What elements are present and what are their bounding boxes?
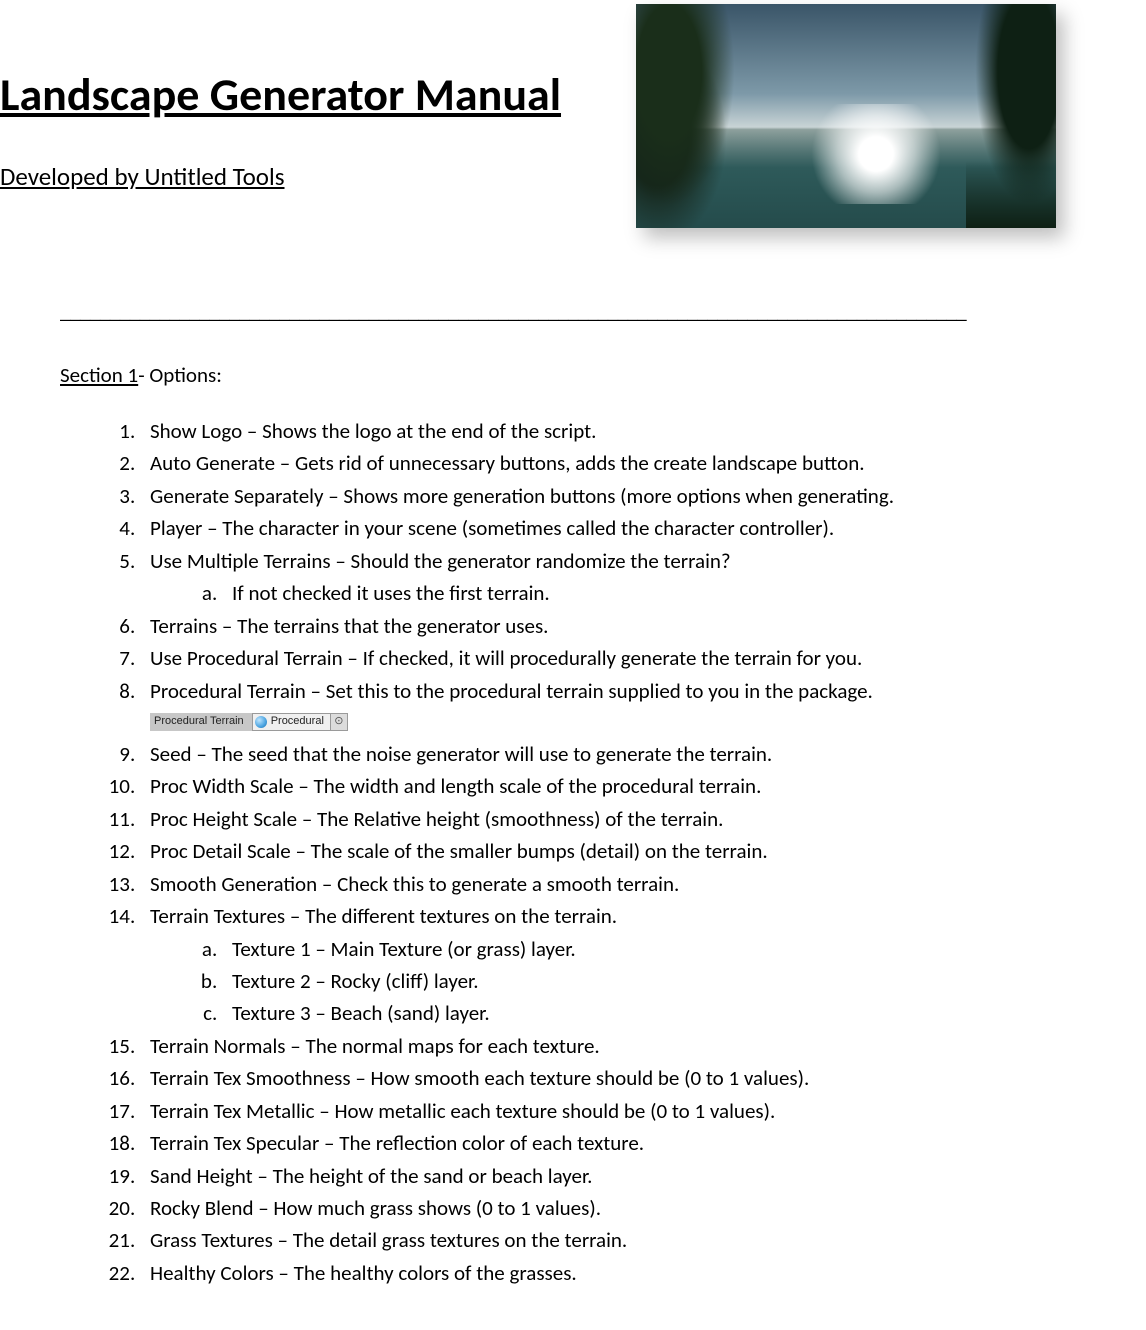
option-text: Use Multiple Terrains – Should the gener… [150,548,731,574]
option-item: Healthy Colors – The healthy colors of t… [140,1258,1086,1288]
option-subitem: Texture 1 – Main Texture (or grass) laye… [222,934,1086,964]
option-item: Terrain Textures – The different texture… [140,901,1086,1029]
inspector-field-label: Procedural Terrain [150,714,252,730]
header-row: Landscape Generator Manual Developed by … [0,0,1146,228]
section-label: Section 1 [60,362,138,388]
option-subitem: Texture 2 – Rocky (cliff) layer. [222,966,1086,996]
horizontal-divider: ________________________________________… [60,298,1086,324]
option-text: Terrain Textures – The different texture… [150,903,617,929]
content-area: ________________________________________… [0,228,1146,1288]
option-subitem: If not checked it uses the first terrain… [222,578,1086,608]
option-text: Grass Textures – The detail grass textur… [150,1227,627,1253]
option-text: Use Procedural Terrain – If checked, it … [150,645,862,671]
option-item: Terrain Tex Smoothness – How smooth each… [140,1063,1086,1093]
option-item: Terrain Normals – The normal maps for ea… [140,1031,1086,1061]
option-text: Auto Generate – Gets rid of unnecessary … [150,450,865,476]
option-text: Show Logo – Shows the logo at the end of… [150,418,596,444]
option-item: Terrains – The terrains that the generat… [140,611,1086,641]
prefab-icon [255,716,267,728]
option-item: Sand Height – The height of the sand or … [140,1161,1086,1191]
option-text: Sand Height – The height of the sand or … [150,1163,592,1189]
option-item: Terrain Tex Metallic – How metallic each… [140,1096,1086,1126]
option-text: Seed – The seed that the noise generator… [150,741,772,767]
inspector-field-value[interactable]: Procedural [252,713,330,731]
header-text-block: Landscape Generator Manual Developed by … [0,0,561,192]
option-item: Use Multiple Terrains – Should the gener… [140,546,1086,609]
options-list: Show Logo – Shows the logo at the end of… [60,416,1086,1288]
option-text: Proc Detail Scale – The scale of the sma… [150,838,768,864]
option-text: Terrain Tex Specular – The reflection co… [150,1130,644,1156]
option-text: Proc Height Scale – The Relative height … [150,806,723,832]
hero-landscape-image [636,4,1056,228]
option-item: Proc Height Scale – The Relative height … [140,804,1086,834]
option-text: Terrain Tex Metallic – How metallic each… [150,1098,775,1124]
document-page: Landscape Generator Manual Developed by … [0,0,1146,1330]
section-suffix: - Options: [138,362,222,388]
option-text: Player – The character in your scene (so… [150,515,834,541]
option-text: Terrain Normals – The normal maps for ea… [150,1033,600,1059]
option-item: Use Procedural Terrain – If checked, it … [140,643,1086,673]
document-title: Landscape Generator Manual [0,70,561,121]
hero-foliage-left [636,4,746,228]
option-item: Procedural Terrain – Set this to the pro… [140,676,1086,737]
hero-foliage-right [966,4,1056,228]
option-subitem: Texture 3 – Beach (sand) layer. [222,998,1086,1028]
option-item: Proc Detail Scale – The scale of the sma… [140,836,1086,866]
inspector-field-value-text: Procedural [271,714,324,730]
object-picker-button[interactable]: ⊙ [330,713,348,731]
option-text: Rocky Blend – How much grass shows (0 to… [150,1195,601,1221]
option-item: Auto Generate – Gets rid of unnecessary … [140,448,1086,478]
inspector-field: Procedural Terrain Procedural ⊙ [150,713,348,731]
option-text: Terrains – The terrains that the generat… [150,613,548,639]
option-text: Terrain Tex Smoothness – How smooth each… [150,1065,809,1091]
option-item: Generate Separately – Shows more generat… [140,481,1086,511]
option-item: Proc Width Scale – The width and length … [140,771,1086,801]
option-item: Rocky Blend – How much grass shows (0 to… [140,1193,1086,1223]
option-item: Player – The character in your scene (so… [140,513,1086,543]
option-text: Smooth Generation – Check this to genera… [150,871,679,897]
option-item: Show Logo – Shows the logo at the end of… [140,416,1086,446]
option-text: Generate Separately – Shows more generat… [150,483,894,509]
option-sublist: If not checked it uses the first terrain… [150,578,1086,608]
option-item: Seed – The seed that the noise generator… [140,739,1086,769]
option-item: Smooth Generation – Check this to genera… [140,869,1086,899]
section-heading: Section 1- Options: [60,362,1086,388]
option-text: Proc Width Scale – The width and length … [150,773,761,799]
document-subtitle: Developed by Untitled Tools [0,161,561,192]
option-item: Grass Textures – The detail grass textur… [140,1225,1086,1255]
option-text: Healthy Colors – The healthy colors of t… [150,1260,577,1286]
option-sublist: Texture 1 – Main Texture (or grass) laye… [150,934,1086,1029]
option-text: Procedural Terrain – Set this to the pro… [150,678,873,704]
option-item: Terrain Tex Specular – The reflection co… [140,1128,1086,1158]
hero-sun-glare [806,104,946,204]
